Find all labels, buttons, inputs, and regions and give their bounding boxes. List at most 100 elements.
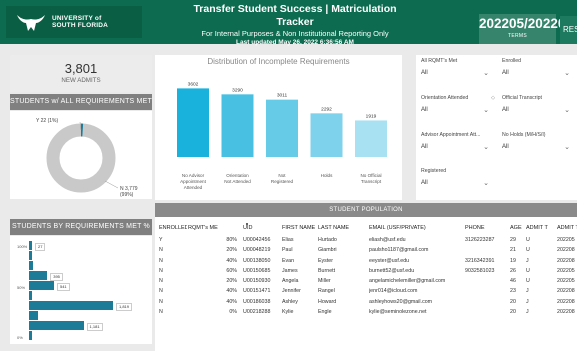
filter-value-6: All	[421, 180, 428, 186]
reset-button[interactable]: RESE	[560, 16, 577, 44]
last-name-cell: Eyster	[318, 257, 334, 264]
requirements-bar-2[interactable]	[29, 261, 34, 270]
email-cell: kylie@seminolezone.net	[369, 309, 427, 316]
donut-n-segment[interactable]	[46, 123, 116, 193]
chart-bar-0[interactable]	[177, 88, 209, 157]
incomplete-requirements-chart-card: Distribution of Incomplete Requirements …	[155, 55, 402, 200]
chevron-down-icon: ⌄	[564, 144, 570, 151]
first-name-cell: Ashley	[282, 298, 298, 305]
column-header-7[interactable]: AGE	[510, 222, 526, 234]
column-header-5[interactable]: EMAIL (USF/PRIVATE)	[369, 222, 461, 234]
rqmt-pct-cell: 20%	[226, 247, 237, 254]
email-cell: eeyster@usf.edu	[369, 257, 410, 264]
chart-category-label-3: Holds	[321, 173, 333, 178]
requirements-bar-8[interactable]	[29, 321, 84, 330]
last-name-cell: Burnett	[318, 267, 336, 274]
rqmt-pct-cell: 80%	[226, 237, 237, 243]
filter-value-5: All	[502, 144, 509, 150]
chart-data-label-3: 2292	[321, 106, 332, 112]
uid-cell: U00048219	[243, 247, 271, 254]
requirements-bar-9[interactable]	[29, 331, 32, 340]
donut-y-label: Y 22 (1%)	[36, 118, 59, 124]
rqmt-pct-cell: 60%	[226, 267, 237, 274]
column-header-0[interactable]: ENROLLED	[159, 222, 187, 234]
table-row[interactable]: N 60% U00150685 James Burnett burnett52@usf.e…	[155, 266, 577, 276]
column-header-9[interactable]: ADMIT TERM	[557, 222, 577, 234]
filter-1: Enrolled All ⌄	[502, 58, 577, 82]
chart-bar-1[interactable]	[221, 94, 254, 157]
chart-bar-4[interactable]	[355, 120, 387, 157]
admit-type-cell: U	[526, 247, 530, 254]
uid-cell: U00138050	[243, 257, 271, 264]
axis-label-0: 0%	[17, 335, 23, 340]
first-name-cell: Kylie	[282, 309, 294, 316]
enrolled-cell: Y	[159, 237, 163, 243]
age-cell: 23	[510, 288, 516, 295]
filter-4: Advisor Appointment Att... All ⌄	[421, 132, 499, 156]
enrolled-cell: N	[159, 278, 163, 285]
requirements-bar-6[interactable]	[29, 301, 113, 310]
first-name-cell: Jennifer	[282, 288, 301, 295]
column-header-8[interactable]: ADMIT TYPE	[526, 222, 548, 234]
table-row[interactable]: N 40% U00138050 Evan Eyster eeyster@usf.edu 32…	[155, 256, 577, 266]
filter-dropdown-0[interactable]: All ⌄	[421, 70, 491, 82]
email-cell: eliash@usf.edu	[369, 237, 406, 243]
filter-dropdown-4[interactable]: All ⌄	[421, 144, 491, 156]
column-header-6[interactable]: PHONE	[465, 222, 507, 234]
email-cell: jenr014@icloud.com	[369, 288, 418, 295]
first-name-cell: Paul	[282, 247, 293, 254]
uid-cell: U00150930	[243, 278, 271, 285]
enrolled-cell: N	[159, 247, 163, 254]
admit-type-cell: U	[526, 267, 530, 274]
requirements-bar-1[interactable]	[29, 251, 32, 260]
table-row[interactable]: N 20% U00048219 Paul Giambri paulsho1187@gmai…	[155, 245, 577, 255]
admit-term-cell: 202205	[557, 278, 575, 285]
uid-cell: U00218288	[243, 309, 271, 316]
requirements-bar-0[interactable]	[29, 241, 32, 250]
usf-logo: UNIVERSITY of SOUTH FLORIDA	[6, 6, 142, 38]
column-header-1[interactable]: RQMT's MET	[188, 222, 218, 234]
age-cell: 19	[510, 257, 516, 264]
column-header-2[interactable]: UID	[243, 222, 283, 234]
admit-type-cell: U	[526, 237, 530, 243]
filter-dropdown-3[interactable]: All ⌄	[502, 107, 572, 119]
column-header-3[interactable]: FIRST NAME	[282, 222, 322, 234]
last-name-cell: Giambri	[318, 247, 337, 254]
chevron-down-icon: ⌄	[564, 70, 570, 77]
admit-type-cell: J	[526, 309, 529, 316]
requirements-bar-label-4: 541	[56, 282, 70, 291]
table-row[interactable]: N 40% U00186038 Ashley Howard ashleyhows20@gm…	[155, 297, 577, 307]
email-cell: paulsho1187@gmail.com	[369, 247, 429, 254]
table-row[interactable]: N 40% U00151471 Jennifer Rangel jenr014@iclou…	[155, 286, 577, 296]
column-header-4[interactable]: LAST NAME	[318, 222, 358, 234]
filter-label-2: Orientation Attended	[421, 95, 469, 101]
logo-line1: UNIVERSITY of	[52, 14, 102, 22]
requirements-bar-5[interactable]	[29, 291, 32, 300]
table-row[interactable]: Y 80% U00042456 Elias Hurtado eliash@usf.edu 3…	[155, 235, 577, 245]
rqmt-pct-cell: 20%	[226, 278, 237, 285]
header-title-block: Transfer Student Success | Matriculation…	[175, 3, 415, 47]
axis-label-50: 50%	[17, 285, 26, 290]
requirements-bar-4[interactable]	[29, 281, 54, 290]
chart-bar-3[interactable]	[310, 113, 343, 157]
chart-title: Distribution of Incomplete Requirements	[207, 57, 350, 66]
filter-3: Official Transcript All ⌄	[502, 95, 577, 119]
rqmt-pct-cell: 40%	[226, 257, 237, 264]
chart-category-label-4: No Official Transcript	[360, 173, 381, 184]
table-row[interactable]: N 20% U00150930 Angela Miller angelamichelemi…	[155, 276, 577, 286]
filter-dropdown-6[interactable]: All ⌄	[421, 180, 491, 192]
clear-filter-icon[interactable]: ◇	[491, 95, 495, 101]
requirements-bar-7[interactable]	[29, 311, 39, 320]
filter-dropdown-5[interactable]: All ⌄	[502, 144, 572, 156]
table-row[interactable]: N 0% U00218288 Kylie Engle kylie@seminolezone…	[155, 307, 577, 317]
filter-0: All RQMT's Met All ⌄	[421, 58, 499, 82]
filter-dropdown-1[interactable]: All ⌄	[502, 70, 572, 82]
last-updated: Last updated May 26, 2022 6:36:56 AM	[236, 39, 354, 46]
chart-bar-2[interactable]	[266, 99, 298, 157]
filter-2: Orientation Attended ◇ All ⌄	[421, 95, 499, 119]
filter-dropdown-2[interactable]: All ⌄	[421, 107, 491, 119]
requirements-bar-3[interactable]	[29, 271, 48, 280]
page-subtitle: For Internal Purposes & Non Institutiona…	[201, 29, 389, 38]
axis-label-100: 100%	[17, 244, 28, 249]
donut-n-leader	[104, 180, 119, 189]
